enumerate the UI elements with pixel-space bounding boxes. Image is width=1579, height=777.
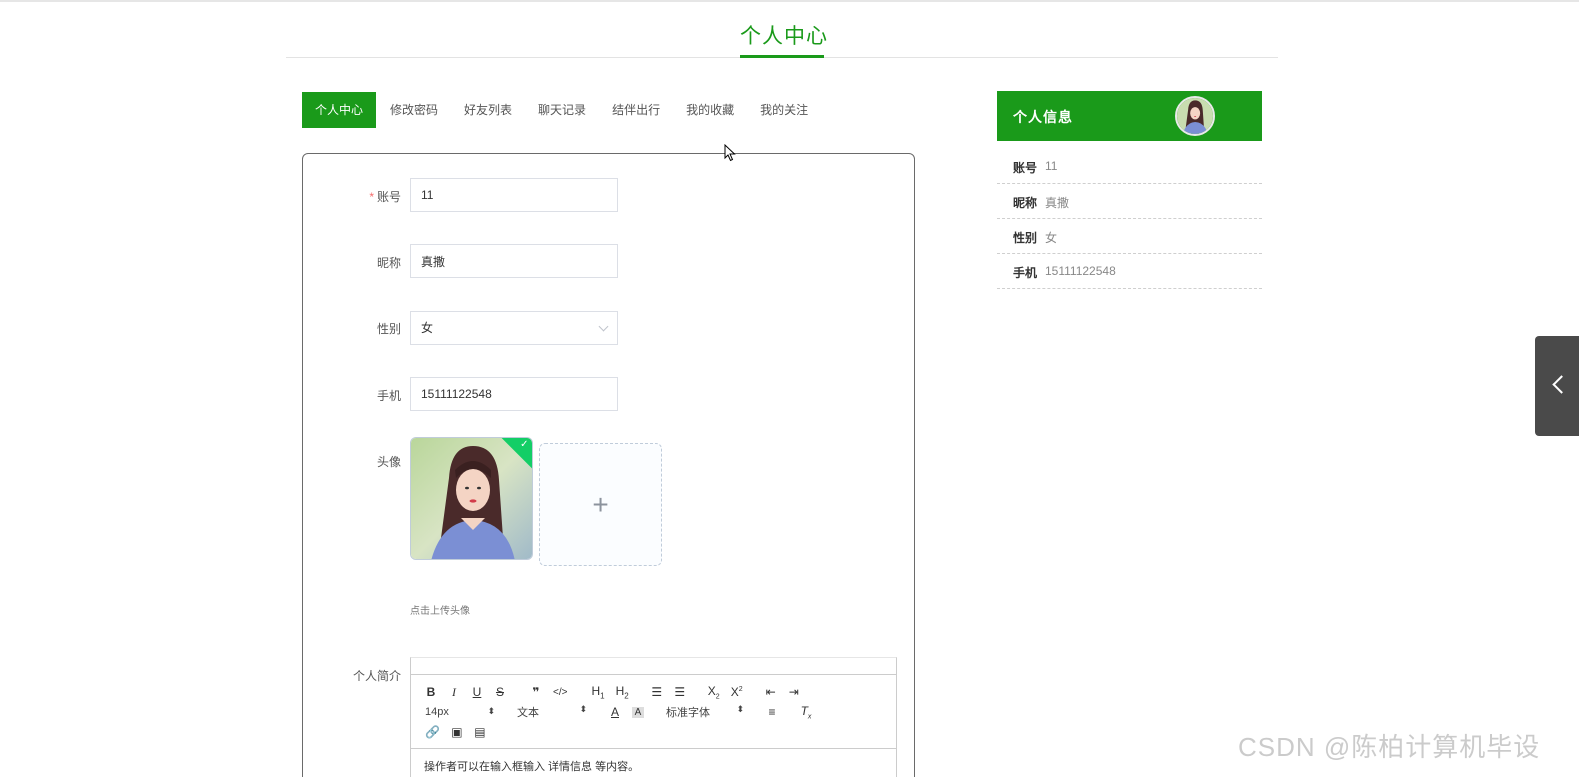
tab-chat-history[interactable]: 聊天记录: [526, 92, 598, 128]
heading-1-icon[interactable]: H1: [591, 684, 604, 700]
subscript-icon[interactable]: X2: [708, 684, 720, 700]
toolbar-row-1: B I U S ❞ </> H1 H2 ☰ ☰ X2 X2 ⇤ ⇥: [425, 683, 811, 701]
nickname-input[interactable]: [410, 244, 618, 278]
phone-input[interactable]: [410, 377, 618, 411]
bio-label: 个人简介: [352, 669, 401, 683]
blockquote-icon[interactable]: ❞: [530, 685, 542, 699]
ordered-list-icon[interactable]: ☰: [651, 685, 663, 699]
avatar-upload-tip: 点击上传头像: [410, 606, 470, 617]
chevron-down-icon: [598, 321, 609, 332]
gender-value: 女: [421, 321, 434, 335]
clear-format-icon[interactable]: Tx: [800, 704, 812, 720]
check-icon: ✓: [520, 438, 529, 450]
underline-icon[interactable]: U: [471, 685, 483, 699]
tab-bar: 个人中心 修改密码 好友列表 聊天记录 结伴出行 我的收藏 我的关注: [302, 92, 822, 128]
editor-toolbar: B I U S ❞ </> H1 H2 ☰ ☰ X2 X2 ⇤ ⇥ 14px ⬍ …: [411, 674, 896, 749]
info-row-phone: 手机 15111122548: [997, 254, 1262, 289]
avatar-label: 头像: [376, 455, 401, 469]
title-underline: [740, 55, 824, 58]
tab-travel-together[interactable]: 结伴出行: [600, 92, 672, 128]
nickname-label: 昵称: [376, 256, 401, 270]
required-marker: *: [369, 190, 374, 204]
personal-info-title: 个人信息: [1013, 109, 1073, 125]
link-icon[interactable]: 🔗: [425, 725, 440, 739]
bullet-list-icon[interactable]: ☰: [674, 685, 686, 699]
select-arrows-icon: ⬍: [487, 706, 495, 716]
video-icon[interactable]: ▤: [474, 725, 486, 739]
mouse-cursor-icon: [724, 144, 736, 162]
avatar-upload-button[interactable]: +: [539, 443, 662, 566]
info-row-nickname: 昵称 真撒: [997, 184, 1262, 219]
tab-profile[interactable]: 个人中心: [302, 92, 377, 128]
image-icon[interactable]: ▣: [451, 725, 463, 739]
outdent-icon[interactable]: ⇤: [765, 685, 777, 699]
indent-icon[interactable]: ⇥: [788, 685, 800, 699]
gender-label: 性别: [376, 322, 401, 336]
toolbar-row-2: 14px ⬍ 文本 ⬍ A A 标准字体 ⬍ ≡ Tx: [425, 703, 823, 721]
account-label: * 账号: [369, 190, 401, 204]
tab-change-password[interactable]: 修改密码: [378, 92, 450, 128]
info-row-gender: 性别 女: [997, 219, 1262, 254]
font-size-select[interactable]: 14px ⬍: [425, 706, 495, 718]
personal-info-header: 个人信息: [997, 91, 1262, 141]
italic-icon[interactable]: I: [448, 685, 460, 700]
plus-icon: +: [592, 488, 609, 520]
watermark: CSDN @陈柏计算机毕设: [1238, 732, 1541, 762]
avatar-image: [411, 438, 532, 559]
select-arrows-icon: ⬍: [736, 704, 744, 714]
font-family-select[interactable]: 标准字体 ⬍: [666, 704, 744, 720]
avatar: [1175, 96, 1215, 136]
tab-friends[interactable]: 好友列表: [452, 92, 524, 128]
tab-favorites[interactable]: 我的收藏: [674, 92, 746, 128]
editor-content[interactable]: 操作者可以在输入框输入 详情信息 等内容。: [424, 758, 639, 774]
avatar-image: [1177, 98, 1213, 134]
gender-select[interactable]: 女: [410, 311, 618, 345]
superscript-icon[interactable]: X2: [731, 685, 743, 699]
tab-following[interactable]: 我的关注: [748, 92, 820, 128]
font-color-icon[interactable]: A: [609, 705, 621, 719]
bio-rich-text-editor: B I U S ❞ </> H1 H2 ☰ ☰ X2 X2 ⇤ ⇥ 14px ⬍ …: [410, 657, 897, 777]
avatar-preview[interactable]: ✓: [410, 437, 533, 560]
side-drawer-toggle[interactable]: [1535, 336, 1579, 436]
info-row-account: 账号 11: [997, 149, 1262, 184]
bold-icon[interactable]: B: [425, 685, 437, 699]
phone-label: 手机: [376, 389, 401, 403]
align-icon[interactable]: ≡: [766, 705, 778, 719]
select-arrows-icon: ⬍: [579, 704, 587, 714]
strikethrough-icon[interactable]: S: [494, 685, 506, 699]
header-select[interactable]: 文本 ⬍: [517, 704, 587, 720]
page-title: 个人中心: [740, 25, 828, 48]
chevron-left-icon: [1552, 375, 1571, 394]
account-input[interactable]: [410, 178, 618, 212]
top-border: [0, 0, 1579, 2]
heading-2-icon[interactable]: H2: [616, 684, 629, 700]
code-block-icon[interactable]: </>: [553, 687, 567, 698]
toolbar-row-3: 🔗 ▣ ▤: [425, 723, 497, 741]
background-color-icon[interactable]: A: [632, 706, 644, 718]
